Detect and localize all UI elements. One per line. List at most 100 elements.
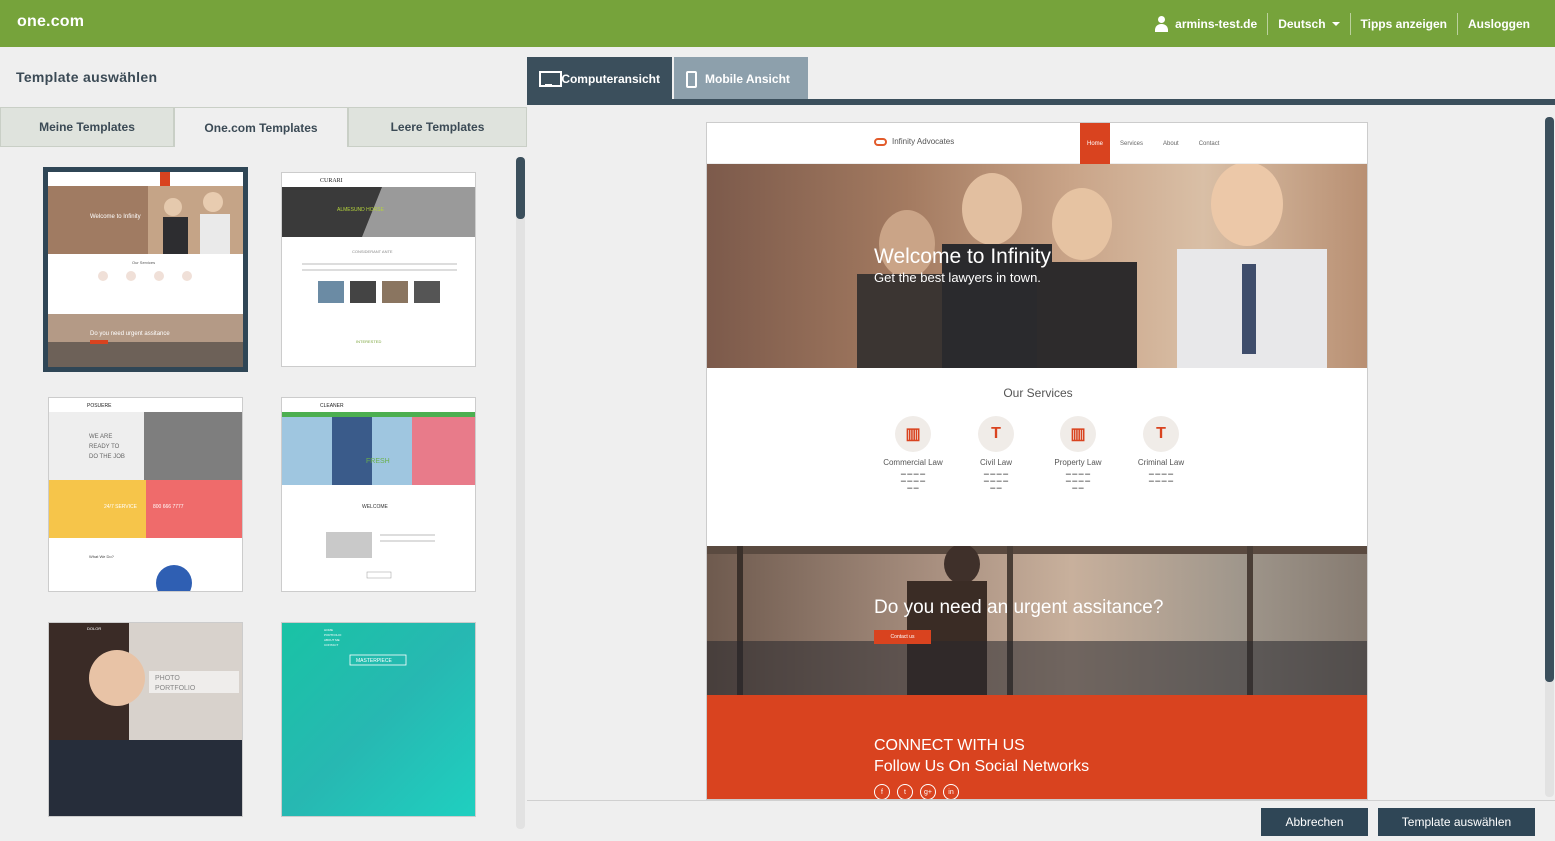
services-title: Our Services: [1003, 386, 1073, 400]
infinity-logo-icon: [874, 137, 887, 146]
preview-menu-contact: Contact: [1198, 140, 1220, 147]
airport-image: [707, 546, 1367, 695]
phone-icon: [686, 70, 697, 88]
preview-services: Our Services ▥ Commercial Law ▬ ▬ ▬ ▬ ▬ ▬…: [707, 368, 1367, 546]
cancel-button[interactable]: Abbrechen: [1261, 808, 1368, 836]
user-domain: armins-test.de: [1175, 16, 1258, 31]
top-bar: one.com armins-test.de Deutsch Tipps anz…: [0, 0, 1555, 47]
template-card-curari[interactable]: CURARI ALMESUND HORSE CONSIDERANT ANTE I…: [281, 172, 476, 367]
svg-text:DOLOR: DOLOR: [87, 626, 101, 631]
svg-text:PHOTO: PHOTO: [155, 675, 180, 682]
gavel-icon: T: [1143, 416, 1179, 452]
template-preview-curari: CURARI ALMESUND HORSE CONSIDERANT ANTE I…: [282, 173, 475, 366]
service-label: Civil Law: [979, 458, 1012, 467]
preview-hero: Welcome to Infinity Get the best lawyers…: [707, 164, 1367, 368]
preview-menu-home: Home: [1080, 123, 1110, 164]
preview-scrollbar-thumb[interactable]: [1545, 117, 1554, 682]
language-dropdown[interactable]: Deutsch: [1267, 12, 1349, 35]
preview-menu-services: Services: [1120, 140, 1144, 147]
linkedin-icon: in: [943, 784, 959, 799]
template-gallery: Welcome to Infinity Our Services Do you …: [0, 147, 527, 841]
google-plus-icon: g+: [920, 784, 936, 799]
svg-text:800 666 7777: 800 666 7777: [153, 504, 184, 510]
svg-text:CONSIDERANT ANTE: CONSIDERANT ANTE: [352, 249, 393, 254]
svg-text:PORTFOLIO: PORTFOLIO: [155, 685, 196, 692]
template-card-posuere[interactable]: POSUERE WE ARE READY TO DO THE JOB 24/7 …: [48, 397, 243, 592]
preview-panel: Computeransicht Mobile Ansicht Infinity …: [527, 47, 1555, 841]
svg-text:ABOUT ME: ABOUT ME: [324, 638, 340, 642]
template-card-masterpiece[interactable]: MASTERPIECE HOME PORTFOLIO ABOUT ME CONT…: [281, 622, 476, 817]
service-text: ▬ ▬ ▬ ▬ ▬ ▬ ▬ ▬ ▬ ▬: [900, 471, 926, 491]
service-label: Criminal Law: [1137, 458, 1185, 467]
top-navigation: armins-test.de Deutsch Tipps anzeigen Au…: [1144, 0, 1540, 47]
bank-icon: ▥: [895, 416, 931, 452]
desktop-view-button[interactable]: Computeransicht: [527, 57, 672, 101]
logout-link[interactable]: Ausloggen: [1457, 12, 1540, 35]
svg-text:POSUERE: POSUERE: [87, 403, 112, 409]
gavel-icon: T: [978, 416, 1014, 452]
service-civil-law: T Civil Law ▬ ▬ ▬ ▬ ▬ ▬ ▬ ▬ ▬ ▬: [956, 416, 1036, 492]
bank-icon: ▥: [1060, 416, 1096, 452]
tips-link[interactable]: Tipps anzeigen: [1349, 12, 1457, 35]
page-title: Template auswählen: [16, 69, 158, 85]
service-property-law: ▥ Property Law ▬ ▬ ▬ ▬ ▬ ▬ ▬ ▬ ▬ ▬: [1038, 416, 1118, 492]
preview-brand-name: Infinity Advocates: [892, 137, 955, 146]
svg-text:INTERESTED: INTERESTED: [356, 339, 381, 344]
template-tabs: Meine Templates One.com Templates Leere …: [0, 107, 527, 147]
gallery-scrollbar[interactable]: [516, 157, 525, 829]
svg-text:CONTACT: CONTACT: [324, 643, 338, 647]
preview-hero-subtitle: Get the best lawyers in town.: [874, 270, 1041, 285]
language-label: Deutsch: [1278, 16, 1326, 31]
facebook-icon: f: [874, 784, 890, 799]
urgent-title: Do you need an urgent assitance?: [874, 597, 1164, 618]
svg-text:WELCOME: WELCOME: [362, 504, 389, 510]
preview-urgent-section: Do you need an urgent assitance? Contact…: [707, 546, 1367, 695]
template-preview-posuere: POSUERE WE ARE READY TO DO THE JOB 24/7 …: [49, 398, 242, 591]
social-icons: f t g+ in: [874, 784, 959, 799]
choose-template-button[interactable]: Template auswählen: [1378, 808, 1535, 836]
chevron-down-icon: [1331, 21, 1340, 26]
mobile-view-button[interactable]: Mobile Ansicht: [674, 57, 808, 101]
service-commercial-law: ▥ Commercial Law ▬ ▬ ▬ ▬ ▬ ▬ ▬ ▬ ▬ ▬: [873, 416, 953, 492]
service-text: ▬ ▬ ▬ ▬ ▬ ▬ ▬ ▬ ▬ ▬: [1065, 471, 1091, 491]
onecom-logo[interactable]: one.com: [17, 13, 84, 31]
template-preview-infinity: Welcome to Infinity Our Services Do you …: [48, 172, 243, 367]
template-preview-cleaner: CLEANER FRESH WELCOME: [282, 398, 475, 591]
svg-text:DO THE JOB: DO THE JOB: [89, 454, 125, 460]
template-preview-dolor: PHOTO PORTFOLIO DOLOR: [49, 623, 242, 816]
user-icon: [1154, 15, 1169, 32]
preview-menu-about: About: [1163, 140, 1179, 147]
twitter-icon: t: [897, 784, 913, 799]
service-label: Property Law: [1054, 458, 1102, 467]
gallery-scrollbar-thumb[interactable]: [516, 157, 525, 219]
preview-menu: Home Services About Contact: [1080, 123, 1229, 164]
footer-actions: Abbrechen Template auswählen: [527, 800, 1555, 841]
connect-title: CONNECT WITH US: [874, 737, 1025, 754]
monitor-icon: [539, 71, 563, 87]
user-account[interactable]: armins-test.de: [1144, 13, 1267, 35]
svg-text:WE ARE: WE ARE: [89, 434, 112, 440]
service-label: Commercial Law: [883, 458, 943, 467]
template-card-cleaner[interactable]: CLEANER FRESH WELCOME: [281, 397, 476, 592]
tab-onecom-templates[interactable]: One.com Templates: [174, 107, 348, 147]
svg-text:CURARI: CURARI: [320, 178, 343, 184]
desktop-view-label: Computeransicht: [561, 72, 660, 86]
template-preview: Infinity Advocates Home Services About C…: [706, 122, 1368, 800]
svg-text:HOME: HOME: [324, 628, 333, 632]
tab-meine-templates[interactable]: Meine Templates: [0, 107, 174, 147]
contact-us-button: Contact us: [874, 630, 931, 644]
svg-text:Do you need urgent assitance: Do you need urgent assitance: [90, 331, 170, 337]
template-card-infinity[interactable]: Welcome to Infinity Our Services Do you …: [43, 167, 248, 372]
tab-leere-templates[interactable]: Leere Templates: [348, 107, 527, 147]
preview-connect-section: CONNECT WITH US Follow Us On Social Netw…: [707, 695, 1367, 799]
svg-text:CLEANER: CLEANER: [320, 403, 344, 409]
svg-text:PORTFOLIO: PORTFOLIO: [324, 633, 342, 637]
preview-navbar: Infinity Advocates Home Services About C…: [707, 123, 1367, 164]
svg-text:24/7 SERVICE: 24/7 SERVICE: [104, 504, 138, 510]
preview-scrollbar[interactable]: [1545, 117, 1554, 797]
svg-text:READY TO: READY TO: [89, 444, 120, 450]
template-card-dolor[interactable]: PHOTO PORTFOLIO DOLOR: [48, 622, 243, 817]
preview-brand: Infinity Advocates: [874, 137, 954, 146]
svg-text:Welcome to Infinity: Welcome to Infinity: [90, 214, 141, 220]
svg-text:What We Do?: What We Do?: [89, 554, 115, 559]
